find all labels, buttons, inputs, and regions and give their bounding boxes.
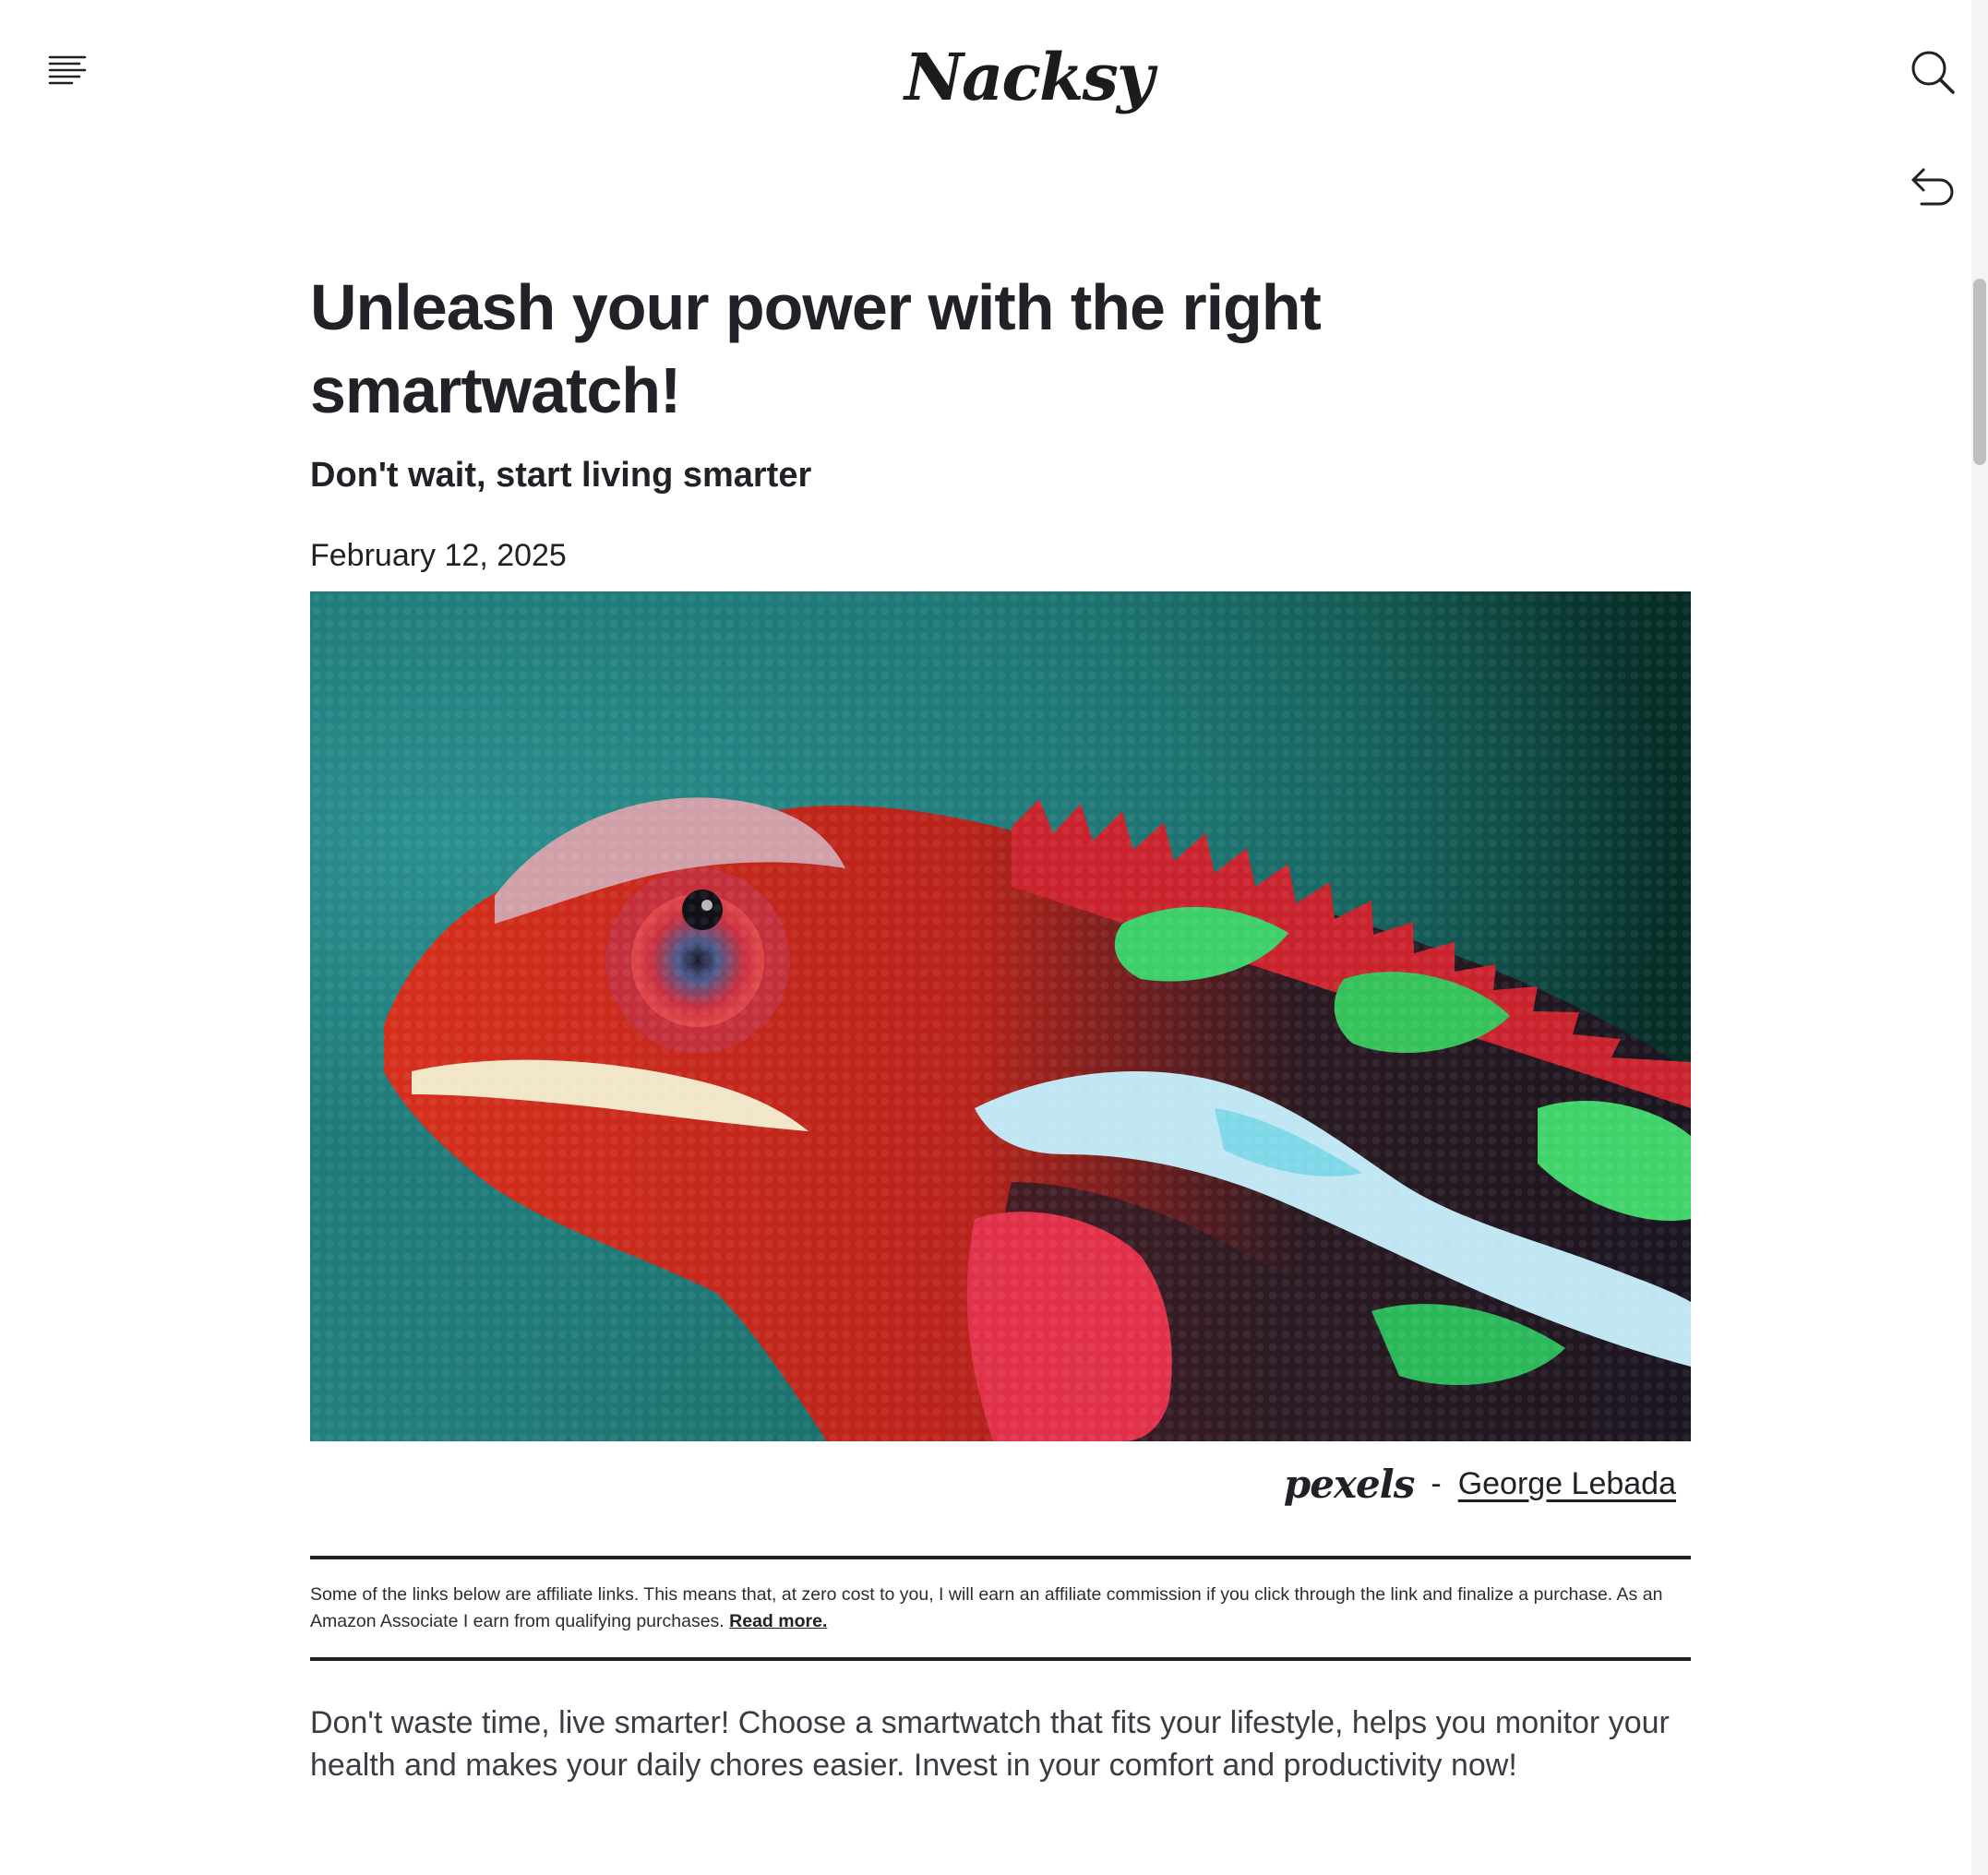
article-date: February 12, 2025	[310, 538, 567, 573]
scrollbar-thumb[interactable]	[1973, 279, 1986, 465]
back-button[interactable]	[1909, 162, 1958, 209]
photographer-link[interactable]: George Lebada	[1458, 1466, 1676, 1502]
affiliate-disclaimer: Some of the links below are affiliate li…	[310, 1582, 1691, 1635]
article-intro: Don't waste time, live smarter! Choose a…	[310, 1705, 1670, 1783]
hero-image	[310, 591, 1691, 1441]
disclaimer-text: Some of the links below are affiliate li…	[310, 1584, 1663, 1631]
chameleon-illustration	[310, 591, 1691, 1441]
read-more-link[interactable]: Read more.	[729, 1611, 827, 1631]
divider-bottom	[310, 1657, 1691, 1661]
undo-arrow-icon	[1911, 168, 1954, 206]
site-logo[interactable]: Nacksy	[904, 31, 1155, 124]
article-title: Unleash your power with the right smartw…	[310, 271, 1322, 426]
pexels-logo[interactable]: pexels	[1284, 1462, 1415, 1507]
image-credit: pexels - George Lebada	[1284, 1458, 1676, 1510]
credit-separator: -	[1431, 1465, 1442, 1501]
article-subtitle: Don't wait, start living smarter	[310, 456, 812, 495]
search-button[interactable]	[1907, 46, 1958, 98]
divider-top	[310, 1556, 1691, 1559]
search-icon	[1911, 51, 1955, 94]
hamburger-menu-icon	[48, 55, 87, 85]
menu-button[interactable]	[44, 52, 90, 89]
